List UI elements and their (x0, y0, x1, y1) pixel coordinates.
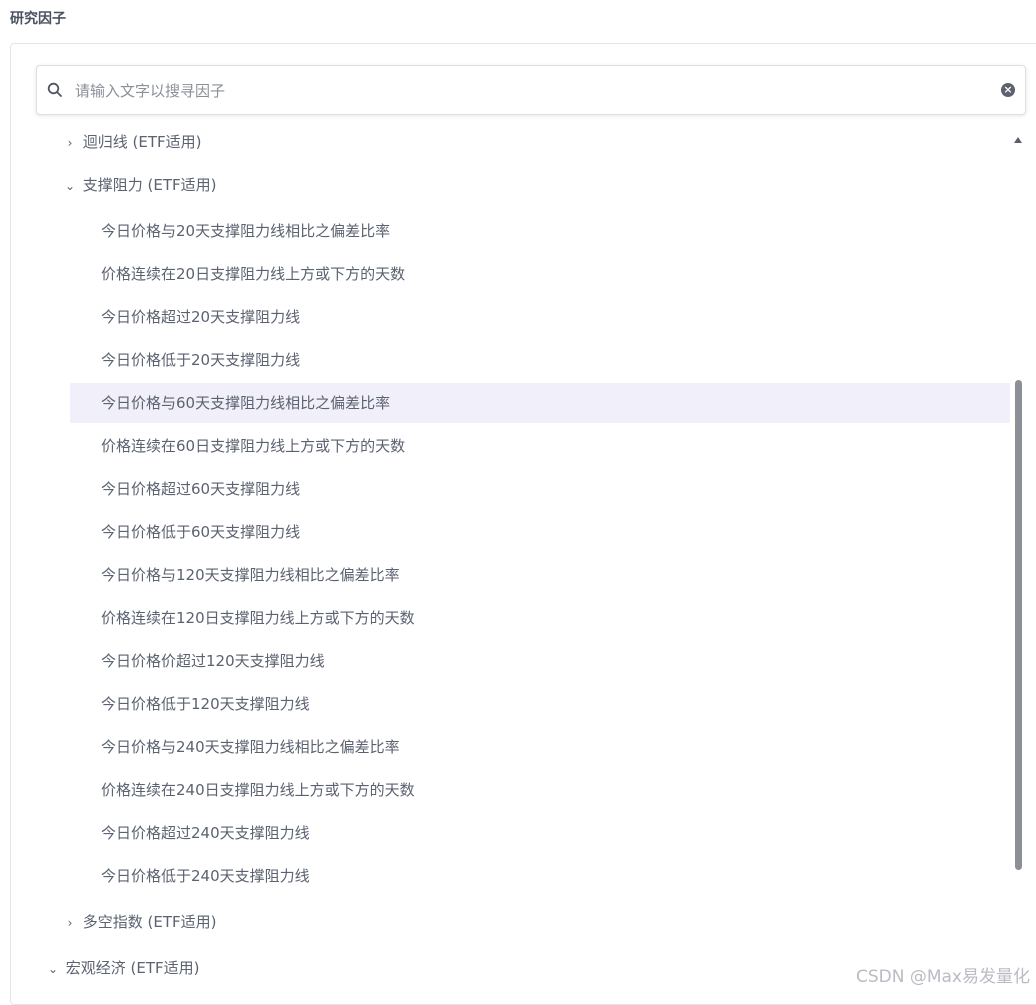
tree-leaf-label: 今日价格低于20天支撑阻力线 (101, 351, 301, 369)
tree-leaf-label: 今日价格与120天支撑阻力线相比之偏差比率 (101, 566, 400, 584)
watermark: CSDN @Max易发量化 (855, 967, 1030, 987)
tree-leaf-label: 今日价格超过60天支撑阻力线 (101, 480, 301, 498)
search-icon (47, 82, 62, 97)
tree-leaf[interactable]: 价格连续在60日支撑阻力线上方或下方的天数 (70, 426, 1010, 466)
tree-leaf[interactable]: 今日价格低于120天支撑阻力线 (70, 684, 1010, 724)
scroll-up-arrow-icon[interactable] (1014, 137, 1022, 143)
tree-leaf-label: 价格连续在60日支撑阻力线上方或下方的天数 (101, 437, 406, 455)
search-input[interactable] (73, 78, 997, 104)
tree-leaf[interactable]: 今日价格价超过120天支撑阻力线 (70, 641, 1010, 681)
tree-node-label: 宏观经济 (ETF适用) (65, 959, 200, 977)
tree-leaf[interactable]: 今日价格低于240天支撑阻力线 (70, 856, 1010, 896)
tree-leaf-label: 今日价格低于120天支撑阻力线 (101, 695, 310, 713)
chevron-down-icon[interactable]: ⌄ (45, 949, 61, 989)
tree-leaf-label: 今日价格超过240天支撑阻力线 (101, 824, 310, 842)
clear-icon[interactable]: × (1001, 83, 1015, 97)
tree-node-regression[interactable]: › 迴归线 (ETF适用) (62, 122, 202, 162)
tree-leaf[interactable]: 今日价格低于20天支撑阻力线 (70, 340, 1010, 380)
tree-node-long-short-index[interactable]: › 多空指数 (ETF适用) (62, 902, 217, 942)
tree-leaf[interactable]: 今日价格与20天支撑阻力线相比之偏差比率 (70, 211, 1010, 251)
tree-node-label: 迴归线 (ETF适用) (82, 133, 202, 151)
tree-leaf[interactable]: 价格连续在240日支撑阻力线上方或下方的天数 (70, 770, 1010, 810)
tree-node-label: 支撑阻力 (ETF适用) (82, 176, 217, 194)
scrollbar-thumb[interactable] (1015, 380, 1022, 870)
chevron-down-icon[interactable]: ⌄ (62, 166, 78, 206)
tree-leaf-label: 今日价格与60天支撑阻力线相比之偏差比率 (101, 394, 391, 412)
tree-leaf[interactable]: 今日价格低于60天支撑阻力线 (70, 512, 1010, 552)
tree-leaf[interactable]: 价格连续在20日支撑阻力线上方或下方的天数 (70, 254, 1010, 294)
tree-leaf-label: 今日价格与240天支撑阻力线相比之偏差比率 (101, 738, 400, 756)
tree-node-support-resistance[interactable]: ⌄ 支撑阻力 (ETF适用) (62, 165, 217, 205)
page-title: 研究因子 (10, 11, 66, 27)
tree-node-label: 多空指数 (ETF适用) (82, 913, 217, 931)
tree-leaf[interactable]: 今日价格超过60天支撑阻力线 (70, 469, 1010, 509)
tree-leaf-label: 价格连续在20日支撑阻力线上方或下方的天数 (101, 265, 406, 283)
tree-leaf-label: 今日价格低于240天支撑阻力线 (101, 867, 310, 885)
tree-leaf-label: 今日价格低于60天支撑阻力线 (101, 523, 301, 541)
tree-leaf-label: 今日价格超过20天支撑阻力线 (101, 308, 301, 326)
tree-leaf-label: 今日价格与20天支撑阻力线相比之偏差比率 (101, 222, 391, 240)
tree-node-macro-economy[interactable]: ⌄ 宏观经济 (ETF适用) (45, 948, 200, 988)
tree-leaf[interactable]: 价格连续在120日支撑阻力线上方或下方的天数 (70, 598, 1010, 638)
tree-leaf[interactable]: 今日价格超过240天支撑阻力线 (70, 813, 1010, 853)
tree-leaf-label: 今日价格价超过120天支撑阻力线 (101, 652, 325, 670)
tree-leaf[interactable]: 今日价格超过20天支撑阻力线 (70, 297, 1010, 337)
chevron-right-icon[interactable]: › (62, 123, 78, 163)
tree-leaf-label: 价格连续在120日支撑阻力线上方或下方的天数 (101, 609, 415, 627)
tree-leaf[interactable]: 今日价格与120天支撑阻力线相比之偏差比率 (70, 555, 1010, 595)
chevron-right-icon[interactable]: › (62, 903, 78, 943)
tree-leaf-selected[interactable]: 今日价格与60天支撑阻力线相比之偏差比率 (70, 383, 1010, 423)
tree-leaf-label: 价格连续在240日支撑阻力线上方或下方的天数 (101, 781, 415, 799)
search-box[interactable]: × (36, 65, 1026, 115)
tree-leaf[interactable]: 今日价格与240天支撑阻力线相比之偏差比率 (70, 727, 1010, 767)
